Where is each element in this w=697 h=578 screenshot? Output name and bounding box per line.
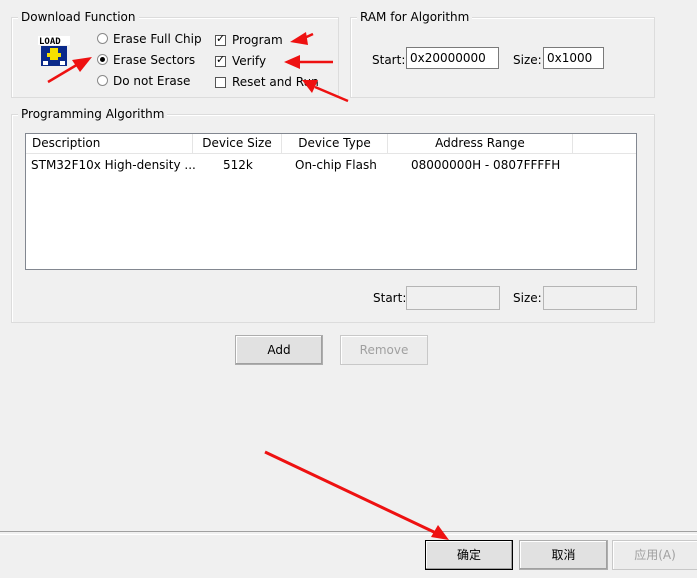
- algorithm-start-label: Start:: [373, 291, 407, 305]
- program-label[interactable]: Program: [232, 32, 283, 48]
- load-icon: LOAD: [38, 36, 70, 68]
- do-not-erase-label[interactable]: Do not Erase: [113, 73, 190, 89]
- arrow-shaft: [264, 450, 437, 535]
- row-description: STM32F10x High-density ...: [31, 158, 196, 172]
- verify-checkbox[interactable]: ✓: [215, 53, 226, 67]
- add-button[interactable]: Add: [235, 335, 323, 365]
- erase-sectors-radio[interactable]: [97, 54, 108, 65]
- arrow-to-ok-button: [264, 450, 449, 540]
- row-device-size: 512k: [223, 158, 253, 172]
- algorithm-size-input[interactable]: [543, 286, 637, 310]
- row-address-range: 08000000H - 0807FFFFH: [411, 158, 561, 172]
- check-icon: ✓: [216, 32, 226, 45]
- ok-button[interactable]: 确定: [425, 540, 513, 570]
- remove-button[interactable]: Remove: [340, 335, 428, 365]
- erase-full-chip-radio[interactable]: [97, 33, 108, 44]
- algorithm-list[interactable]: Description Device Size Device Type Addr…: [25, 133, 637, 270]
- cancel-button[interactable]: 取消: [519, 540, 608, 570]
- apply-button[interactable]: 应用(A): [612, 540, 697, 570]
- ram-size-input[interactable]: 0x1000: [543, 47, 604, 69]
- ram-start-label: Start:: [372, 53, 406, 67]
- algorithm-start-input[interactable]: [406, 286, 500, 310]
- reset-and-run-label[interactable]: Reset and Run: [232, 74, 319, 90]
- erase-sectors-label[interactable]: Erase Sectors: [113, 52, 195, 68]
- column-header-device-type[interactable]: Device Type: [282, 134, 388, 154]
- column-header-description[interactable]: Description: [26, 134, 193, 154]
- ram-size-label: Size:: [513, 53, 542, 67]
- do-not-erase-radio[interactable]: [97, 75, 108, 86]
- row-device-type: On-chip Flash: [295, 158, 377, 172]
- ram-start-input[interactable]: 0x20000000: [406, 47, 499, 69]
- check-icon: ✓: [216, 53, 226, 66]
- programming-algorithm-title: Programming Algorithm: [18, 106, 168, 122]
- program-checkbox[interactable]: ✓: [215, 32, 226, 46]
- erase-full-chip-label[interactable]: Erase Full Chip: [113, 31, 202, 47]
- column-header-device-size[interactable]: Device Size: [193, 134, 282, 154]
- algorithm-size-label: Size:: [513, 291, 542, 305]
- table-row[interactable]: STM32F10x High-density ... 512k On-chip …: [26, 155, 636, 173]
- ram-for-algorithm-title: RAM for Algorithm: [357, 9, 473, 25]
- download-function-title: Download Function: [18, 9, 139, 25]
- column-header-address-range[interactable]: Address Range: [388, 134, 573, 154]
- dialog-separator: [0, 531, 697, 535]
- reset-and-run-checkbox[interactable]: [215, 77, 226, 88]
- column-header-filler: [573, 134, 636, 154]
- verify-label[interactable]: Verify: [232, 53, 266, 69]
- svg-text:LOAD: LOAD: [39, 37, 61, 47]
